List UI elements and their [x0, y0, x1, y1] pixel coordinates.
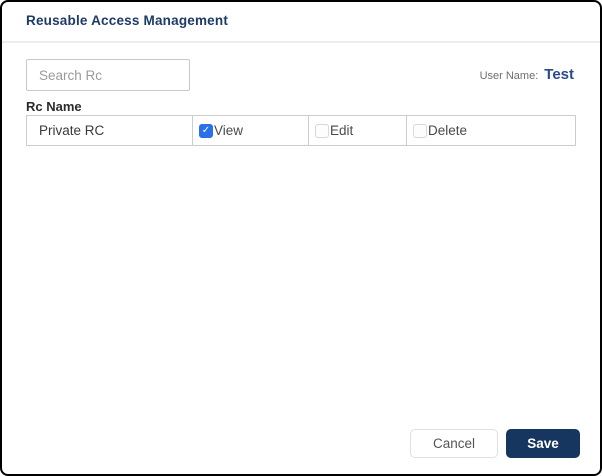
user-name-block: User Name: Test	[480, 66, 574, 83]
rc-permissions-table: Private RC View Edit Delete	[26, 115, 576, 146]
view-checkbox-label: View	[214, 123, 244, 138]
header-divider	[2, 41, 600, 43]
table-row-view-cell: View	[193, 116, 309, 145]
dialog-title: Reusable Access Management	[26, 13, 229, 28]
edit-checkbox-label: Edit	[330, 123, 354, 138]
table-row-delete-cell: Delete	[407, 116, 575, 145]
rc-name-column-header: Rc Name	[26, 99, 82, 114]
user-name-label: User Name:	[479, 70, 539, 82]
save-button[interactable]: Save	[506, 429, 580, 458]
cancel-button[interactable]: Cancel	[410, 429, 498, 458]
table-row-rc-name-cell: Private RC	[27, 116, 193, 145]
dialog-footer: Cancel Save	[410, 429, 580, 458]
delete-checkbox[interactable]	[413, 123, 427, 138]
rc-name-value: Private RC	[39, 123, 105, 138]
reusable-access-management-dialog: Reusable Access Management User Name: Te…	[0, 0, 602, 476]
delete-checkbox-label: Delete	[428, 123, 468, 138]
user-name-value: Test	[544, 66, 574, 83]
table-row-edit-cell: Edit	[309, 116, 407, 145]
edit-checkbox[interactable]	[315, 123, 329, 138]
search-rc-input[interactable]	[26, 59, 190, 91]
view-checkbox[interactable]	[199, 123, 213, 138]
